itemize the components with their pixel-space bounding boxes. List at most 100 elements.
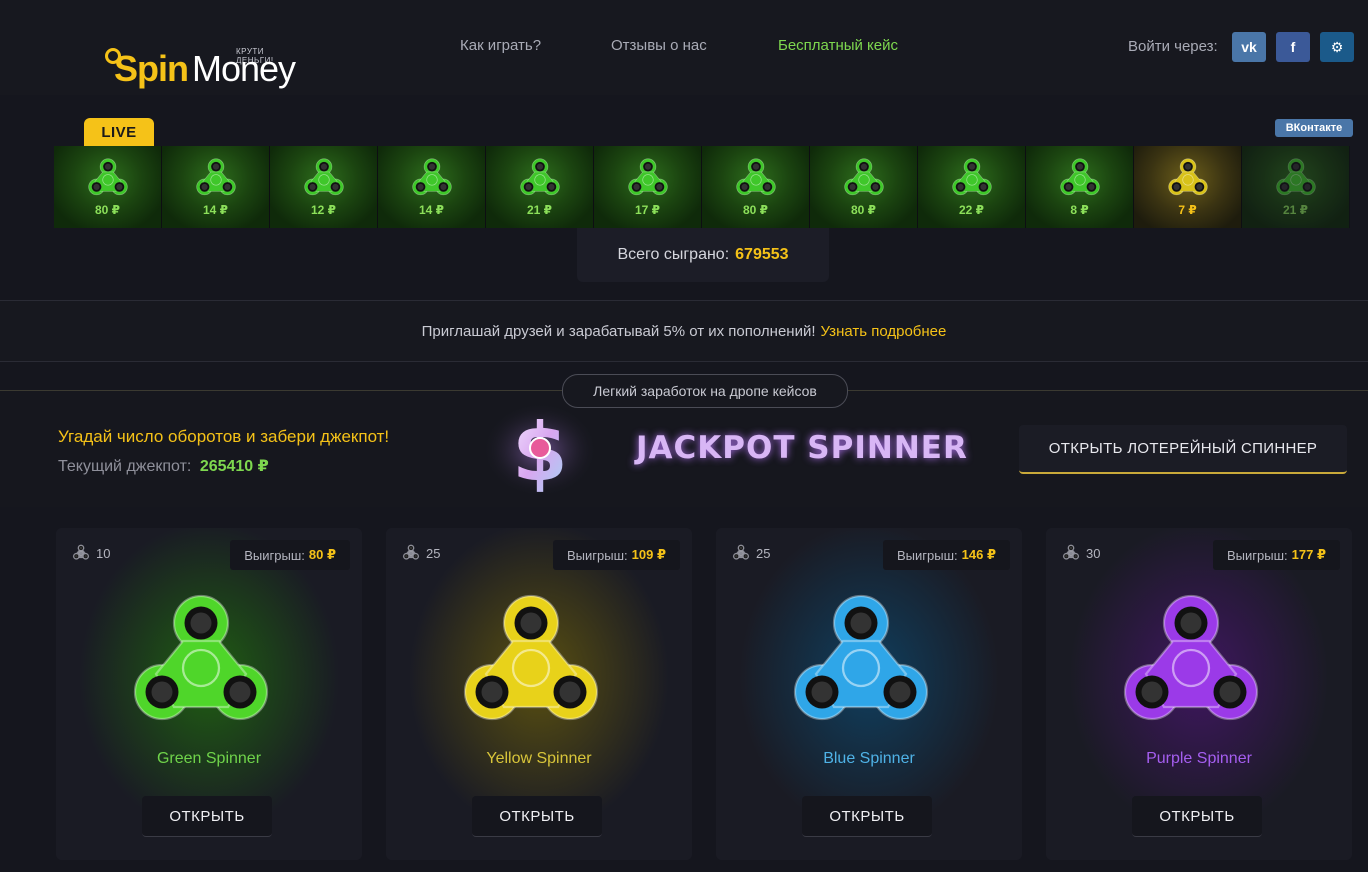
case-spin-count: 25 — [732, 544, 770, 562]
case-name: Yellow Spinner — [486, 750, 592, 767]
jackpot-spinner-logo: JACKPOT SPINNER — [636, 430, 968, 466]
open-lottery-spinner-button[interactable]: ОТКРЫТЬ ЛОТЕРЕЙНЫЙ СПИННЕР — [1019, 425, 1347, 474]
case-name: Purple Spinner — [1146, 750, 1252, 767]
referral-more-link[interactable]: Узнать подробнее — [821, 323, 947, 340]
spinner-icon — [735, 158, 776, 196]
live-drop-price: 80 ₽ — [94, 203, 121, 217]
case-win-label: Выигрыш: — [567, 547, 628, 563]
site-header: КРУТИ ДЕНЬГИ! Spin Money Как играть? Отз… — [0, 0, 1368, 95]
live-drop-item[interactable]: 21 ₽ — [486, 146, 594, 228]
case-spin-count: 10 — [72, 544, 110, 562]
case-card[interactable]: 30 Выигрыш: 177 ₽ Purple Spinner ОТКРЫТЬ — [1046, 528, 1352, 860]
live-drop-item[interactable]: 17 ₽ — [594, 146, 702, 228]
spinner-icon — [519, 158, 560, 196]
live-drop-price: 7 ₽ — [1178, 203, 1197, 217]
live-drop-item[interactable]: 21 ₽ — [1242, 146, 1350, 228]
case-win-label: Выигрыш: — [1227, 547, 1288, 563]
case-win-label: Выигрыш: — [897, 547, 958, 563]
live-drop-item[interactable]: 80 ₽ — [54, 146, 162, 228]
case-count-value: 30 — [1086, 545, 1101, 561]
spinner-icon — [463, 594, 599, 721]
live-drop-item[interactable]: 8 ₽ — [1026, 146, 1134, 228]
case-spinner-image — [786, 590, 952, 740]
case-count-value: 10 — [96, 545, 111, 561]
live-drops-strip: 80 ₽ 14 ₽ 12 ₽ 14 ₽ 21 ₽ 17 ₽ 80 ₽ 80 ₽ 22 ₽ 8 ₽ 7… — [54, 146, 1354, 228]
open-case-button[interactable]: ОТКРЫТЬ — [802, 796, 932, 837]
vk-widget-button[interactable]: ВКонтакте — [1275, 119, 1353, 137]
live-drop-item[interactable]: 14 ₽ — [162, 146, 270, 228]
live-drop-item[interactable]: 80 ₽ — [702, 146, 810, 228]
total-played-value: 679553 — [735, 246, 789, 263]
case-spin-count: 25 — [402, 544, 440, 562]
steam-login-button[interactable]: ⚙ — [1320, 32, 1354, 62]
spinner-icon — [793, 594, 929, 721]
nav-free-case[interactable]: Бесплатный кейс — [778, 37, 898, 54]
referral-bar: Приглашай друзей и зарабатывай 5% от их … — [0, 300, 1368, 362]
case-win-value: 80 ₽ — [308, 547, 336, 562]
open-case-button[interactable]: ОТКРЫТЬ — [472, 796, 602, 837]
live-drop-item[interactable]: 80 ₽ — [810, 146, 918, 228]
spinner-icon — [951, 158, 992, 196]
open-case-button[interactable]: ОТКРЫТЬ — [142, 796, 272, 837]
drop-earnings-pill: Легкий заработок на дропе кейсов — [562, 374, 848, 408]
case-spin-count: 30 — [1062, 544, 1100, 562]
spinner-icon — [1167, 158, 1208, 196]
live-drop-price: 21 ₽ — [1282, 203, 1309, 217]
case-win-badge: Выигрыш: 177 ₽ — [1213, 540, 1340, 570]
spinner-icon — [1275, 158, 1316, 196]
live-drop-item[interactable]: 14 ₽ — [378, 146, 486, 228]
nav-how-to-play[interactable]: Как играть? — [460, 37, 541, 54]
spinner-icon — [411, 158, 452, 196]
spinner-icon — [843, 158, 884, 196]
logo-money-text: Money — [192, 48, 296, 89]
case-win-value: 177 ₽ — [1291, 547, 1326, 562]
live-drop-item[interactable]: 12 ₽ — [270, 146, 378, 228]
case-spinner-image — [126, 590, 292, 740]
case-name: Blue Spinner — [823, 750, 915, 767]
case-win-value: 109 ₽ — [631, 547, 666, 562]
case-win-badge: Выигрыш: 146 ₽ — [883, 540, 1010, 570]
case-card[interactable]: 25 Выигрыш: 146 ₽ Blue Spinner ОТКРЫТЬ — [716, 528, 1022, 860]
spinner-icon — [133, 594, 269, 721]
case-spinner-image — [456, 590, 622, 740]
nav-reviews[interactable]: Отзывы о нас — [611, 37, 707, 54]
vk-icon: vk — [1241, 39, 1257, 55]
facebook-icon: f — [1290, 39, 1296, 55]
spinner-icon — [1123, 594, 1259, 721]
case-win-badge: Выигрыш: 109 ₽ — [553, 540, 680, 570]
open-case-button[interactable]: ОТКРЫТЬ — [1132, 796, 1262, 837]
case-card[interactable]: 10 Выигрыш: 80 ₽ Green Spinner ОТКРЫТЬ — [56, 528, 362, 860]
live-drop-price: 14 ₽ — [418, 203, 445, 217]
spinner-count-icon — [732, 544, 750, 560]
case-card[interactable]: 25 Выигрыш: 109 ₽ Yellow Spinner ОТКРЫТЬ — [386, 528, 692, 860]
spinner-icon — [1059, 158, 1100, 196]
logo-spin-text: Spin — [114, 48, 189, 89]
vk-login-button[interactable]: vk — [1232, 32, 1266, 62]
live-drop-price: 14 ₽ — [202, 203, 229, 217]
spinner-icon — [87, 158, 128, 196]
case-spinner-image — [1116, 590, 1282, 740]
spinner-icon — [627, 158, 668, 196]
live-drop-price: 21 ₽ — [526, 203, 553, 217]
jackpot-current-label: Текущий джекпот: — [58, 458, 192, 475]
case-win-badge: Выигрыш: 80 ₽ — [230, 540, 350, 570]
live-drop-item[interactable]: 7 ₽ — [1134, 146, 1242, 228]
facebook-login-button[interactable]: f — [1276, 32, 1310, 62]
login-label: Войти через: — [1128, 38, 1218, 55]
total-played-label: Всего сыграно: — [617, 246, 730, 263]
case-win-label: Выигрыш: — [244, 547, 305, 563]
spinner-count-icon — [402, 544, 420, 560]
live-drop-price: 12 ₽ — [310, 203, 337, 217]
case-win-value: 146 ₽ — [961, 547, 996, 562]
live-badge: LIVE — [84, 118, 154, 146]
jackpot-current-value: 265410 ₽ — [199, 458, 269, 475]
live-drop-item[interactable]: 22 ₽ — [918, 146, 1026, 228]
live-drop-price: 80 ₽ — [850, 203, 877, 217]
case-count-value: 25 — [756, 545, 771, 561]
jackpot-dollar-icon: $ — [482, 402, 598, 499]
spinner-count-icon — [72, 544, 90, 560]
referral-text: Приглашай друзей и зарабатывай 5% от их … — [421, 322, 816, 340]
jackpot-current: Текущий джекпот: 265410 ₽ — [58, 456, 269, 476]
logo[interactable]: КРУТИ ДЕНЬГИ! Spin Money — [52, 22, 296, 89]
steam-icon: ⚙ — [1330, 38, 1344, 55]
